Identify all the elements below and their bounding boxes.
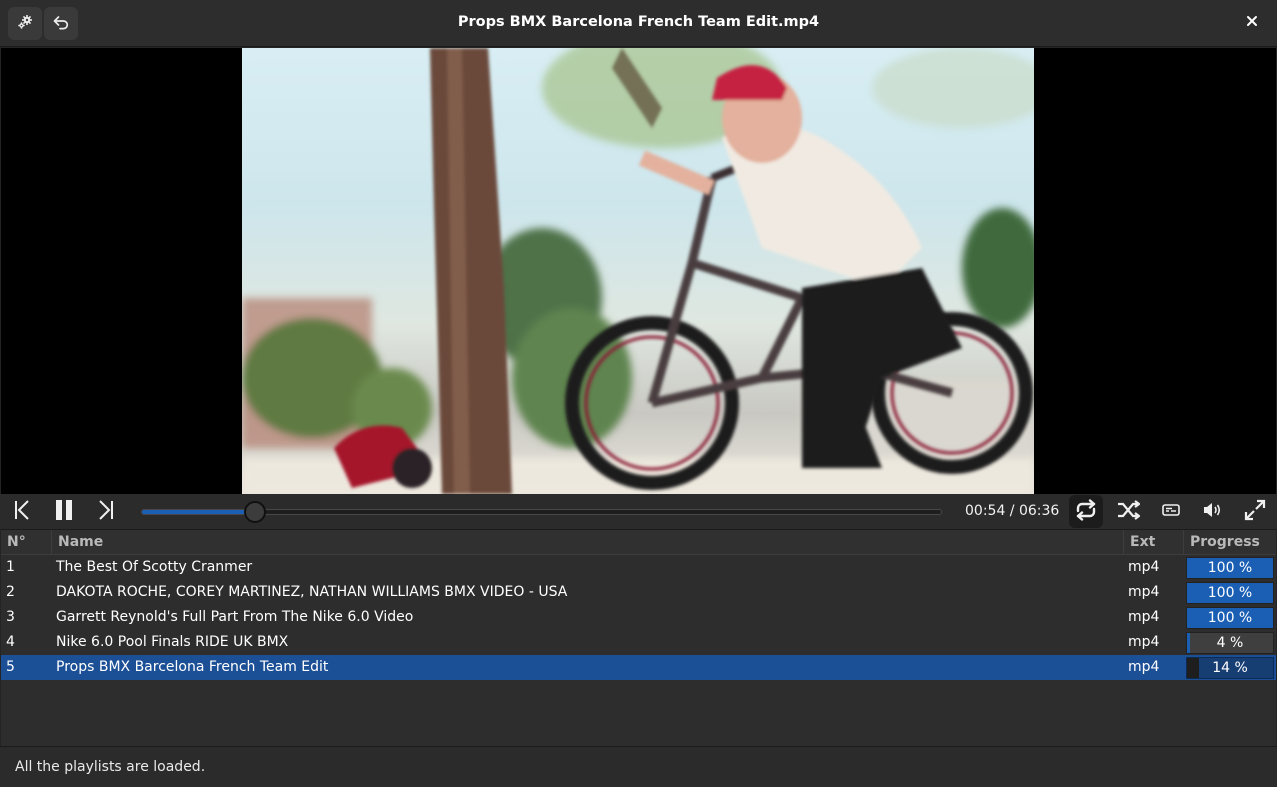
row-name: Props BMX Barcelona French Team Edit (56, 659, 329, 675)
next-icon (97, 499, 115, 525)
table-body: 1 The Best Of Scotty Cranmer mp4 100 % 2… (1, 555, 1276, 680)
shuffle-icon (1116, 499, 1142, 525)
previous-icon (13, 499, 31, 525)
row-number: 5 (6, 659, 15, 675)
pause-button[interactable] (47, 495, 81, 528)
volume-button[interactable] (1195, 495, 1229, 528)
row-name: DAKOTA ROCHE, COREY MARTINEZ, NATHAN WIL… (56, 584, 568, 600)
row-number: 3 (6, 609, 15, 625)
row-progress-bar: 14 % (1186, 657, 1274, 679)
seek-slider[interactable] (141, 501, 942, 523)
subtitles-icon (1162, 503, 1180, 521)
row-name: The Best Of Scotty Cranmer (56, 559, 253, 575)
window-title: Props BMX Barcelona French Team Edit.mp4 (457, 14, 820, 30)
close-button[interactable] (1241, 12, 1263, 34)
row-progress-bar: 4 % (1186, 632, 1274, 654)
seek-progress-fill (142, 510, 255, 514)
table-row[interactable]: 1 The Best Of Scotty Cranmer mp4 100 % (1, 555, 1276, 580)
row-ext: mp4 (1128, 559, 1160, 575)
volume-icon (1202, 501, 1222, 523)
row-ext: mp4 (1128, 609, 1160, 625)
close-icon (1246, 15, 1258, 31)
column-header-name[interactable]: Name (52, 530, 1124, 555)
row-name: Nike 6.0 Pool Finals RIDE UK BMX (56, 634, 289, 650)
row-progress-text: 100 % (1207, 610, 1253, 626)
column-header-number[interactable]: N° (1, 530, 52, 555)
video-frame-image (242, 48, 1034, 494)
row-progress-bar: 100 % (1186, 582, 1274, 604)
header-bar: Props BMX Barcelona French Team Edit.mp4 (0, 0, 1277, 47)
seek-handle[interactable] (243, 501, 266, 523)
table-row-selected[interactable]: 5 Props BMX Barcelona French Team Edit m… (1, 655, 1276, 680)
table-row[interactable]: 2 DAKOTA ROCHE, COREY MARTINEZ, NATHAN W… (1, 580, 1276, 605)
status-bar: All the playlists are loaded. (0, 746, 1277, 787)
loop-toggle[interactable] (1069, 495, 1103, 528)
column-header-ext[interactable]: Ext (1124, 530, 1184, 555)
row-number: 4 (6, 634, 15, 650)
row-ext: mp4 (1128, 584, 1160, 600)
video-area[interactable] (1, 48, 1276, 494)
row-ext: mp4 (1128, 659, 1160, 675)
row-number: 1 (6, 559, 15, 575)
row-progress-bar: 100 % (1186, 557, 1274, 579)
next-button[interactable] (89, 495, 123, 528)
row-number: 2 (6, 584, 15, 600)
row-progress-text: 14 % (1212, 660, 1248, 676)
row-progress-text: 100 % (1207, 585, 1253, 601)
row-progress-text: 100 % (1207, 560, 1253, 576)
loop-icon (1073, 498, 1099, 525)
control-bar: 00:54 / 06:36 (0, 494, 1277, 529)
table-row[interactable]: 3 Garrett Reynold's Full Part From The N… (1, 605, 1276, 630)
row-progress-text: 4 % (1216, 635, 1244, 651)
row-ext: mp4 (1128, 634, 1160, 650)
time-display: 00:54 / 06:36 (965, 503, 1060, 519)
table-row[interactable]: 4 Nike 6.0 Pool Finals RIDE UK BMX mp4 4… (1, 630, 1276, 655)
playlist-table: N° Name Ext Progress 1 The Best Of Scott… (1, 529, 1276, 746)
row-name: Garrett Reynold's Full Part From The Nik… (56, 609, 414, 625)
fullscreen-button[interactable] (1238, 495, 1272, 528)
subtitles-button[interactable] (1154, 495, 1188, 528)
column-header-progress[interactable]: Progress (1184, 530, 1276, 555)
status-message: All the playlists are loaded. (15, 759, 206, 775)
fullscreen-icon (1243, 498, 1267, 526)
previous-button[interactable] (5, 495, 39, 528)
pause-icon (54, 499, 74, 525)
row-progress-bar: 100 % (1186, 607, 1274, 629)
shuffle-button[interactable] (1112, 495, 1146, 528)
video-frame[interactable] (242, 48, 1034, 494)
table-header: N° Name Ext Progress (1, 530, 1276, 555)
